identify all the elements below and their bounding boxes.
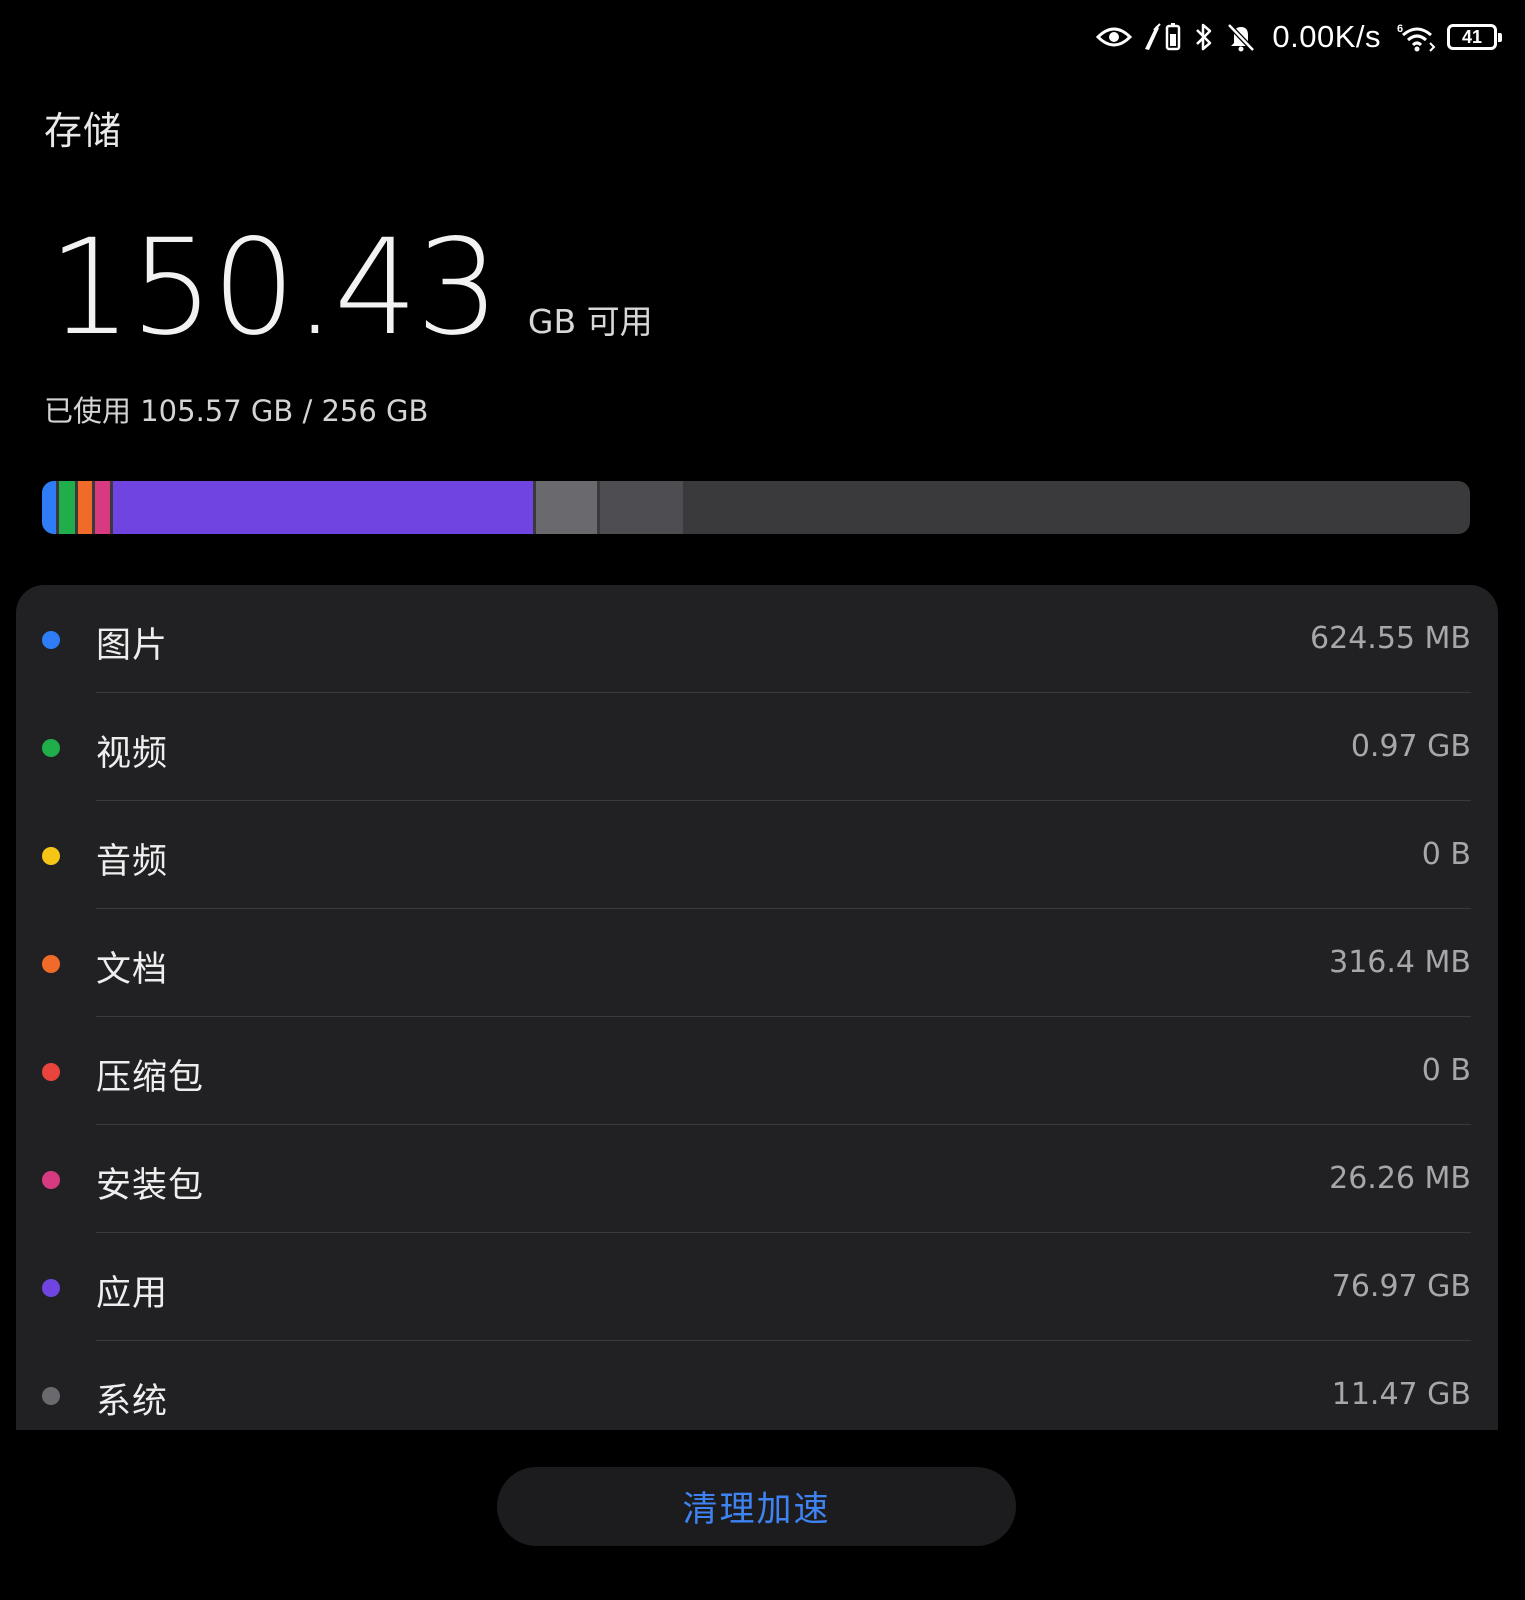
eye-icon xyxy=(1096,25,1133,49)
category-label: 压缩包 xyxy=(96,1058,205,1098)
category-label: 文档 xyxy=(96,950,169,990)
category-color-dot xyxy=(42,847,60,865)
storage-category-list: 图片 624.55 MB 视频 0.97 GB 音频 0 B 文档 316.4 … xyxy=(16,585,1498,1430)
usage-segment-packages xyxy=(94,481,111,534)
category-row-archives[interactable]: 压缩包 0 B xyxy=(16,1017,1498,1125)
category-row-images[interactable]: 图片 624.55 MB xyxy=(16,585,1498,693)
free-space-summary: 150.43 GB 可用 xyxy=(48,222,653,354)
category-size: 316.4 MB xyxy=(1329,945,1471,980)
category-color-dot xyxy=(42,1279,60,1297)
category-size: 26.26 MB xyxy=(1329,1161,1471,1196)
usage-segment-images xyxy=(42,481,57,534)
category-size: 624.55 MB xyxy=(1310,621,1471,656)
category-color-dot xyxy=(42,955,60,973)
category-color-dot xyxy=(42,739,60,757)
bell-muted-icon xyxy=(1226,22,1256,52)
usage-segment-apps xyxy=(113,481,534,534)
category-row-packages[interactable]: 安装包 26.26 MB xyxy=(16,1125,1498,1233)
storage-usage-bar xyxy=(42,481,1470,534)
usage-segment-videos xyxy=(59,481,75,534)
category-size: 11.47 GB xyxy=(1331,1377,1471,1412)
category-label: 视频 xyxy=(96,734,169,774)
battery-icon: 41 xyxy=(1447,24,1502,50)
category-size: 0 B xyxy=(1421,1053,1471,1088)
usage-segment-other xyxy=(600,481,684,534)
clean-accelerate-button[interactable]: 清理加速 xyxy=(497,1467,1016,1546)
svg-text:6: 6 xyxy=(1397,23,1403,35)
category-row-videos[interactable]: 视频 0.97 GB xyxy=(16,693,1498,801)
category-size: 0 B xyxy=(1421,837,1471,872)
category-row-audio[interactable]: 音频 0 B xyxy=(16,801,1498,909)
category-color-dot xyxy=(42,1063,60,1081)
bluetooth-icon xyxy=(1192,22,1216,52)
category-label: 图片 xyxy=(96,626,169,666)
network-speed: 0.00K/s xyxy=(1272,19,1381,54)
category-label: 应用 xyxy=(96,1274,169,1314)
category-label: 安装包 xyxy=(96,1166,205,1206)
category-row-apps[interactable]: 应用 76.97 GB xyxy=(16,1233,1498,1341)
battery-level: 41 xyxy=(1461,27,1483,47)
free-space-unit: GB 可用 xyxy=(527,302,653,341)
used-space-summary: 已使用 105.57 GB / 256 GB xyxy=(44,394,429,428)
usage-segment-documents xyxy=(77,481,92,534)
status-bar: 0.00K/s 6 41 xyxy=(1096,14,1502,60)
category-color-dot xyxy=(42,1171,60,1189)
category-size: 76.97 GB xyxy=(1331,1269,1471,1304)
category-row-documents[interactable]: 文档 316.4 MB xyxy=(16,909,1498,1017)
wifi-icon: 6 xyxy=(1397,21,1437,53)
category-size: 0.97 GB xyxy=(1350,729,1471,764)
phone-charging-icon xyxy=(1142,22,1182,52)
category-label: 音频 xyxy=(96,842,169,882)
category-row-system[interactable]: 系统 11.47 GB xyxy=(16,1341,1498,1430)
usage-segment-system xyxy=(536,481,598,534)
category-color-dot xyxy=(42,631,60,649)
category-label: 系统 xyxy=(96,1382,169,1422)
free-space-amount: 150.43 xyxy=(48,211,500,365)
category-color-dot xyxy=(42,1387,60,1405)
page-title: 存储 xyxy=(44,109,123,153)
